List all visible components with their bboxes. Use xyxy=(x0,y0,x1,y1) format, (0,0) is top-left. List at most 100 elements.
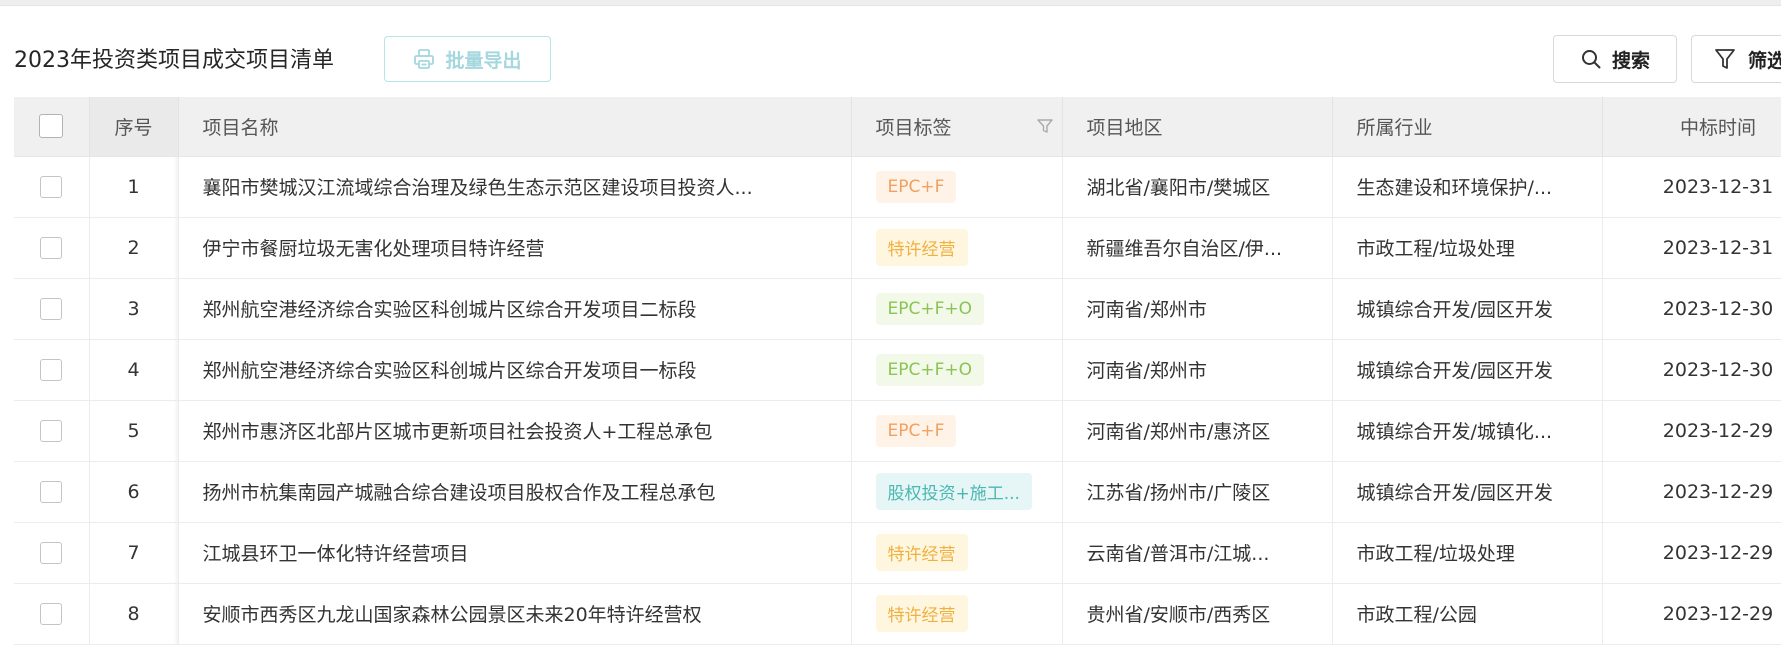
project-tag-badge: 特许经营 xyxy=(875,534,968,571)
row-project-name[interactable]: 扬州市杭集南园产城融合综合建设项目股权合作及工程总承包 xyxy=(178,461,852,523)
row-region: 河南省/郑州市/惠济区 xyxy=(1062,400,1333,462)
row-tag-cell: 特许经营 xyxy=(851,217,1063,279)
row-seq: 3 xyxy=(89,278,179,340)
project-tag-badge: EPC+F xyxy=(875,170,957,203)
row-select-cell xyxy=(14,583,90,645)
row-select-cell xyxy=(14,156,90,218)
table-header-row: 序号 项目名称 项目标签 项目地区 所属行业 中标时间 xyxy=(14,97,1781,157)
row-region: 贵州省/安顺市/西秀区 xyxy=(1062,583,1333,645)
row-industry: 生态建设和环境保护/... xyxy=(1332,156,1603,218)
project-tag-badge: EPC+F+O xyxy=(875,292,985,325)
row-tag-cell: EPC+F xyxy=(851,156,1063,218)
project-tag-badge: 特许经营 xyxy=(875,595,968,632)
batch-export-button[interactable]: 批量导出 xyxy=(384,36,551,82)
projects-table: 序号 项目名称 项目标签 项目地区 所属行业 中标时间 1 襄阳市樊城汉江流域综合… xyxy=(14,97,1781,645)
row-award-date: 2023-12-29 xyxy=(1602,400,1781,462)
table-row[interactable]: 8 安顺市西秀区九龙山国家森林公园景区未来20年特许经营权 特许经营 贵州省/安顺市/… xyxy=(14,583,1781,645)
row-project-name[interactable]: 伊宁市餐厨垃圾无害化处理项目特许经营 xyxy=(178,217,852,279)
row-seq: 7 xyxy=(89,522,179,584)
row-tag-cell: EPC+F xyxy=(851,400,1063,462)
row-tag-cell: 特许经营 xyxy=(851,583,1063,645)
table-row[interactable]: 3 郑州航空港经济综合实验区科创城片区综合开发项目二标段 EPC+F+O 河南省/郑州… xyxy=(14,278,1781,340)
row-award-date: 2023-12-31 xyxy=(1602,156,1781,218)
row-checkbox[interactable] xyxy=(40,419,63,442)
header-project-tag[interactable]: 项目标签 xyxy=(851,97,1063,157)
row-select-cell xyxy=(14,278,90,340)
row-project-name[interactable]: 江城县环卫一体化特许经营项目 xyxy=(178,522,852,584)
header-select-all xyxy=(14,97,90,157)
table-row[interactable]: 1 襄阳市樊城汉江流域综合治理及绿色生态示范区建设项目投资人... EPC+F 湖北省… xyxy=(14,156,1781,218)
batch-export-label: 批量导出 xyxy=(445,49,522,72)
column-filter-icon[interactable] xyxy=(1036,117,1054,135)
row-award-date: 2023-12-29 xyxy=(1602,461,1781,523)
search-label: 搜索 xyxy=(1611,49,1650,72)
header-seq[interactable]: 序号 xyxy=(89,97,179,157)
row-seq: 2 xyxy=(89,217,179,279)
row-seq: 6 xyxy=(89,461,179,523)
row-tag-cell: EPC+F+O xyxy=(851,339,1063,401)
row-industry: 市政工程/公园 xyxy=(1332,583,1603,645)
row-checkbox[interactable] xyxy=(40,541,63,564)
select-all-checkbox[interactable] xyxy=(39,114,64,139)
row-checkbox[interactable] xyxy=(40,358,63,381)
toolbar: 2023年投资类项目成交项目清单 批量导出 搜索 筛选 xyxy=(0,6,1781,86)
row-checkbox[interactable] xyxy=(40,602,63,625)
row-project-name[interactable]: 郑州市惠济区北部片区城市更新项目社会投资人+工程总承包 xyxy=(178,400,852,462)
row-project-name[interactable]: 郑州航空港经济综合实验区科创城片区综合开发项目二标段 xyxy=(178,278,852,340)
row-seq: 1 xyxy=(89,156,179,218)
table-body: 1 襄阳市樊城汉江流域综合治理及绿色生态示范区建设项目投资人... EPC+F 湖北省… xyxy=(14,156,1781,645)
table-row[interactable]: 4 郑州航空港经济综合实验区科创城片区综合开发项目一标段 EPC+F+O 河南省/郑州… xyxy=(14,339,1781,401)
row-select-cell xyxy=(14,400,90,462)
row-industry: 市政工程/垃圾处理 xyxy=(1332,522,1603,584)
row-checkbox[interactable] xyxy=(40,175,63,198)
row-tag-cell: EPC+F+O xyxy=(851,278,1063,340)
row-award-date: 2023-12-30 xyxy=(1602,339,1781,401)
row-industry: 城镇综合开发/城镇化... xyxy=(1332,400,1603,462)
row-region: 云南省/普洱市/江城... xyxy=(1062,522,1333,584)
table-row[interactable]: 7 江城县环卫一体化特许经营项目 特许经营 云南省/普洱市/江城... 市政工程/垃圾处… xyxy=(14,522,1781,584)
filter-button[interactable]: 筛选 xyxy=(1691,35,1781,83)
header-project-name[interactable]: 项目名称 xyxy=(178,97,852,157)
row-industry: 城镇综合开发/园区开发 xyxy=(1332,461,1603,523)
row-seq: 8 xyxy=(89,583,179,645)
row-industry: 城镇综合开发/园区开发 xyxy=(1332,339,1603,401)
row-region: 河南省/郑州市 xyxy=(1062,339,1333,401)
row-project-name[interactable]: 安顺市西秀区九龙山国家森林公园景区未来20年特许经营权 xyxy=(178,583,852,645)
row-select-cell xyxy=(14,339,90,401)
row-award-date: 2023-12-31 xyxy=(1602,217,1781,279)
project-tag-badge: 特许经营 xyxy=(875,229,968,266)
row-seq: 5 xyxy=(89,400,179,462)
row-checkbox[interactable] xyxy=(40,297,63,320)
header-award-date[interactable]: 中标时间 xyxy=(1602,97,1781,157)
header-project-tag-label: 项目标签 xyxy=(875,116,952,139)
row-award-date: 2023-12-30 xyxy=(1602,278,1781,340)
row-region: 河南省/郑州市 xyxy=(1062,278,1333,340)
header-region[interactable]: 项目地区 xyxy=(1062,97,1333,157)
row-select-cell xyxy=(14,522,90,584)
filter-label: 筛选 xyxy=(1748,49,1781,72)
header-industry[interactable]: 所属行业 xyxy=(1332,97,1603,157)
row-award-date: 2023-12-29 xyxy=(1602,522,1781,584)
row-industry: 城镇综合开发/园区开发 xyxy=(1332,278,1603,340)
table-row[interactable]: 5 郑州市惠济区北部片区城市更新项目社会投资人+工程总承包 EPC+F 河南省/郑州市… xyxy=(14,400,1781,462)
row-tag-cell: 股权投资+施工... xyxy=(851,461,1063,523)
table-row[interactable]: 6 扬州市杭集南园产城融合综合建设项目股权合作及工程总承包 股权投资+施工... 江苏… xyxy=(14,461,1781,523)
project-tag-badge: EPC+F xyxy=(875,414,957,447)
page-title: 2023年投资类项目成交项目清单 xyxy=(14,48,334,73)
row-region: 新疆维吾尔自治区/伊... xyxy=(1062,217,1333,279)
printer-icon xyxy=(413,48,435,70)
row-checkbox[interactable] xyxy=(40,480,63,503)
search-icon xyxy=(1580,48,1602,70)
row-tag-cell: 特许经营 xyxy=(851,522,1063,584)
table-row[interactable]: 2 伊宁市餐厨垃圾无害化处理项目特许经营 特许经营 新疆维吾尔自治区/伊... 市政工程… xyxy=(14,217,1781,279)
row-project-name[interactable]: 郑州航空港经济综合实验区科创城片区综合开发项目一标段 xyxy=(178,339,852,401)
row-industry: 市政工程/垃圾处理 xyxy=(1332,217,1603,279)
row-region: 江苏省/扬州市/广陵区 xyxy=(1062,461,1333,523)
row-checkbox[interactable] xyxy=(40,236,63,259)
row-project-name[interactable]: 襄阳市樊城汉江流域综合治理及绿色生态示范区建设项目投资人... xyxy=(178,156,852,218)
search-button[interactable]: 搜索 xyxy=(1553,35,1677,83)
row-select-cell xyxy=(14,217,90,279)
project-tag-badge: 股权投资+施工... xyxy=(875,473,1032,510)
row-seq: 4 xyxy=(89,339,179,401)
row-award-date: 2023-12-29 xyxy=(1602,583,1781,645)
